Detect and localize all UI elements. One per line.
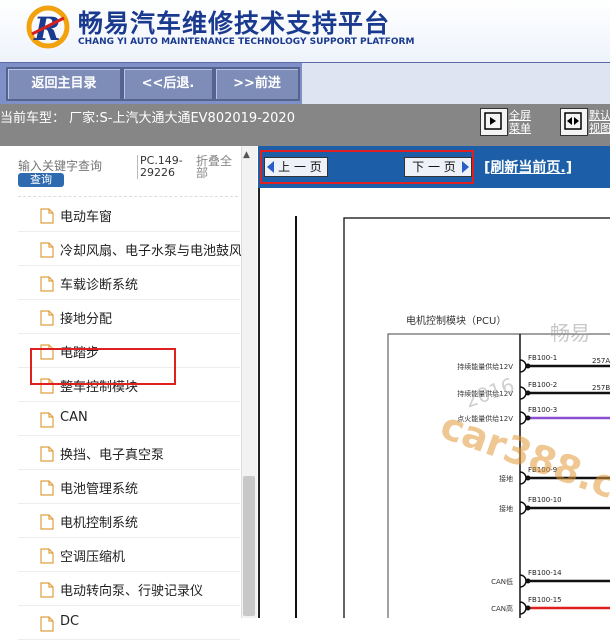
default-view-button[interactable] [560, 108, 588, 136]
svg-text:R: R [33, 10, 61, 48]
fullscreen-icon [484, 112, 502, 130]
document-icon [40, 276, 54, 292]
document-icon [40, 616, 54, 632]
car-model-bar: 当前车型： 厂家:S-上汽大通大通EV802019-2020 全屏 菜单 默认 … [0, 104, 610, 146]
tree-item-label: CAN [60, 410, 88, 425]
tree-item[interactable]: CAN [18, 402, 240, 436]
nav-bar-fill [302, 63, 610, 105]
search-button[interactable]: 查询 [18, 173, 64, 187]
tree-item-label: 换挡、电子真空泵 [60, 448, 165, 463]
tree-item[interactable]: 车载诊断系统 [18, 266, 240, 300]
document-icon [40, 208, 54, 224]
platform-subtitle: CHANG YI AUTO MAINTENANCE TECHNOLOGY SUP… [78, 37, 415, 47]
default-view-label[interactable]: 默认 视图 [589, 109, 610, 135]
logo-icon: R [26, 5, 70, 49]
tree-item-label: 电机控制系统 [60, 516, 139, 531]
split-view-icon [564, 112, 582, 130]
selected-item-highlight [30, 348, 176, 385]
home-button[interactable]: 返回主目录 [6, 67, 122, 101]
document-icon [40, 242, 54, 258]
tree-item[interactable]: 换挡、电子真空泵 [18, 436, 240, 470]
forward-button[interactable]: >>前进 [214, 67, 300, 101]
back-button[interactable]: <<后退. [122, 67, 214, 101]
document-icon [40, 514, 54, 530]
document-icon [40, 582, 54, 598]
tree-item-label: 电池管理系统 [60, 482, 139, 497]
tree-item-label: 电动转向泵、行驶记录仪 [60, 584, 204, 599]
tree-item[interactable]: 接地分配 [18, 300, 240, 334]
document-icon [40, 480, 54, 496]
scroll-thumb[interactable] [243, 476, 255, 616]
tree-item[interactable]: 电池管理系统 [18, 470, 240, 504]
fullscreen-label[interactable]: 全屏 菜单 [509, 109, 531, 135]
tree-item[interactable]: 电动车窗 [18, 198, 240, 232]
search-input[interactable] [18, 158, 104, 174]
refresh-page-link[interactable]: [刷新当前页.] [484, 157, 572, 177]
platform-title: 畅易汽车维修技术支持平台 [78, 9, 391, 38]
nav-bar: 返回主目录 <<后退. >>前进 [0, 62, 610, 105]
tree-item-label: 接地分配 [60, 312, 113, 327]
divider [18, 196, 238, 197]
tree-item[interactable]: 空调压缩机 [18, 538, 240, 572]
tree-item[interactable]: 电动转向泵、行驶记录仪 [18, 572, 240, 606]
tree-item[interactable]: DC [18, 606, 240, 640]
tree-item-label: 车载诊断系统 [60, 278, 139, 293]
tree-item-label: 电动车窗 [60, 210, 113, 225]
current-car-model: 当前车型： 厂家:S-上汽大通大通EV802019-2020 [0, 111, 295, 126]
tree-item[interactable]: 冷却风扇、电子水泵与电池鼓风机 [18, 232, 255, 266]
scroll-up-icon[interactable]: ▲ [243, 150, 250, 160]
document-icon [40, 446, 54, 462]
tree-item-label: 空调压缩机 [60, 550, 126, 565]
fold-all-button[interactable]: 折叠全部 [196, 155, 236, 179]
document-icon [40, 412, 54, 428]
document-icon [40, 310, 54, 326]
tree-item[interactable]: 电机控制系统 [18, 504, 240, 538]
header-banner: R 畅易汽车维修技术支持平台 CHANG YI AUTO MAINTENANCE… [0, 0, 610, 62]
fullscreen-button[interactable] [480, 108, 508, 136]
document-frame [258, 188, 610, 618]
document-icon [40, 548, 54, 564]
tree-item-label: DC [60, 614, 80, 629]
page-nav-highlight [260, 150, 474, 184]
pc-code: PC.149-29226 [137, 155, 194, 179]
tree-item-label: 冷却风扇、电子水泵与电池鼓风机 [60, 244, 256, 259]
